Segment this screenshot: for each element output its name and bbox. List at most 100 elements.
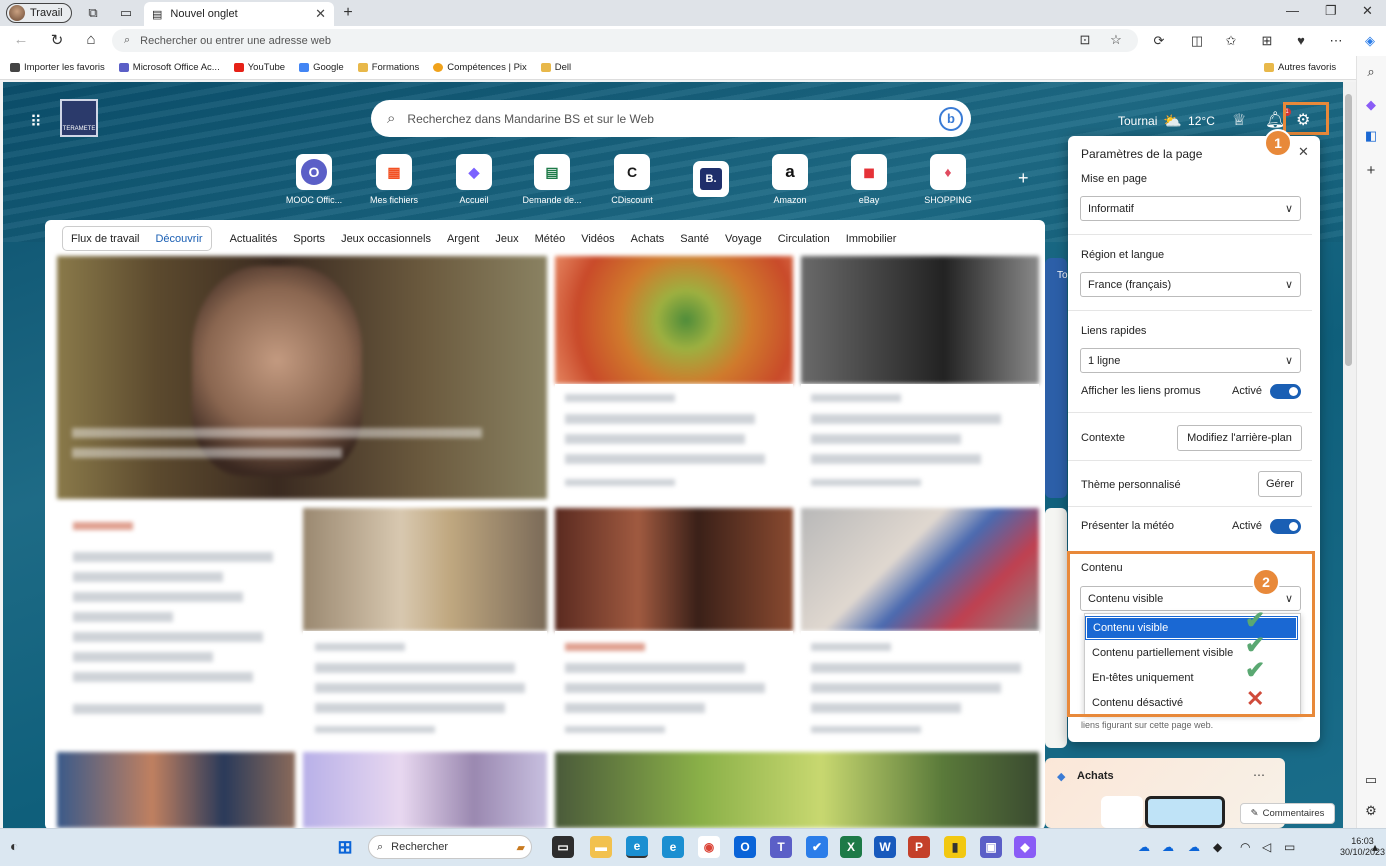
favorite-star-icon[interactable]: ☆ [1107, 32, 1125, 48]
todo-icon[interactable]: ✔ [806, 836, 828, 858]
favorite-item[interactable]: Formations [357, 62, 419, 73]
minimize-icon[interactable]: — [1286, 3, 1299, 18]
news-card[interactable] [801, 256, 1039, 384]
task-view-icon[interactable]: ▭ [552, 836, 574, 858]
favorite-item[interactable]: YouTube [233, 62, 285, 73]
extensions-icon[interactable]: ⟳ [1150, 33, 1168, 49]
widgets-icon[interactable]: ◐ [10, 838, 18, 854]
taskbar-search[interactable]: ⌕ Rechercher ▰ [368, 835, 532, 859]
news-card[interactable] [801, 508, 1039, 631]
edge-icon[interactable]: e [626, 836, 648, 858]
company-logo[interactable]: TERAMETE [60, 99, 98, 137]
news-card[interactable] [57, 752, 295, 828]
split-screen-icon[interactable]: ◫ [1188, 33, 1206, 49]
news-card[interactable] [555, 752, 1039, 828]
close-icon[interactable]: ✕ [1298, 144, 1309, 160]
tab-news[interactable]: Actualités [222, 233, 286, 245]
tab-videos[interactable]: Vidéos [573, 233, 622, 245]
search-icon[interactable]: ⌕ [1363, 64, 1379, 80]
new-tab-icon[interactable]: + [338, 4, 358, 22]
region-select[interactable]: France (français) ∨ [1080, 272, 1301, 297]
quicklinks-select[interactable]: 1 ligne ∨ [1080, 348, 1301, 373]
powerbi-icon[interactable]: ▮ [944, 836, 966, 858]
clock[interactable]: 16:03 30/10/2023 [1340, 836, 1385, 858]
quick-link[interactable]: B. [671, 161, 751, 197]
app-icon[interactable]: ◆ [1014, 836, 1036, 858]
more-options-icon[interactable]: ⋯ [1253, 768, 1265, 782]
cloud-icon[interactable]: ☁ [1188, 840, 1200, 854]
app-launcher-icon[interactable]: ⠿ [30, 112, 42, 132]
app-icon[interactable]: ▣ [980, 836, 1002, 858]
maximize-icon[interactable]: ❐ [1325, 3, 1337, 19]
quick-link[interactable]: ♦ SHOPPING [908, 154, 988, 205]
news-card-text[interactable] [303, 631, 547, 744]
refresh-icon[interactable]: ↻ [46, 31, 68, 49]
news-card[interactable] [555, 256, 793, 384]
tab-money[interactable]: Argent [439, 233, 487, 245]
gear-icon[interactable]: ⚙ [1363, 803, 1379, 819]
tab-traffic[interactable]: Circulation [770, 233, 838, 245]
copilot-icon[interactable]: ◈ [1361, 33, 1379, 49]
office-icon[interactable]: ◆ [1363, 97, 1379, 113]
address-bar[interactable]: ⌕ Rechercher ou entrer une adresse web [112, 29, 1138, 52]
profile-button[interactable]: Travail [6, 3, 72, 23]
teams-icon[interactable]: T [770, 836, 792, 858]
news-card-featured[interactable] [57, 256, 547, 499]
more-menu-icon[interactable]: ⋯ [1327, 33, 1345, 49]
news-card-text[interactable] [555, 631, 793, 744]
tab-new-tab[interactable]: ▤ Nouvel onglet ✕ [144, 2, 334, 26]
volume-icon[interactable]: ◁ [1262, 840, 1271, 854]
powerpoint-icon[interactable]: P [908, 836, 930, 858]
other-favorites[interactable]: Autres favoris [1264, 62, 1336, 73]
favorite-item[interactable]: Compétences | Pix [433, 62, 527, 73]
rewards-icon[interactable]: ♕ [1232, 110, 1246, 130]
close-window-icon[interactable]: ✕ [1362, 3, 1373, 19]
app-tray-icon[interactable]: ◆ [1213, 840, 1222, 854]
wifi-icon[interactable]: ◠ [1240, 840, 1250, 854]
tab-games[interactable]: Jeux [487, 233, 526, 245]
browser-essentials-icon[interactable]: ♥ [1292, 33, 1310, 48]
weather-card[interactable]: To [1045, 258, 1068, 498]
back-icon[interactable]: ← [10, 31, 32, 48]
excel-icon[interactable]: X [840, 836, 862, 858]
tab-weather[interactable]: Météo [527, 233, 574, 245]
news-card[interactable] [303, 752, 547, 828]
favorite-item[interactable]: Importer les favoris [10, 62, 105, 73]
onedrive-icon[interactable]: ☁ [1162, 840, 1174, 854]
layout-select[interactable]: Informatif ∨ [1080, 196, 1301, 221]
chrome-icon[interactable]: ◉ [698, 836, 720, 858]
favorites-icon[interactable]: ✩ [1222, 33, 1240, 49]
side-card[interactable] [1045, 508, 1067, 748]
home-icon[interactable]: ⌂ [80, 31, 102, 48]
outlook-icon[interactable]: O [734, 836, 756, 858]
quick-link[interactable]: a Amazon [750, 154, 830, 205]
close-tab-icon[interactable]: ✕ [315, 6, 326, 22]
immersive-reader-icon[interactable]: ⊡ [1076, 32, 1094, 48]
web-search-box[interactable]: ⌕ Recherchez dans Mandarine BS et sur le… [371, 100, 971, 137]
quick-link[interactable]: ▦ Mes fichiers [354, 154, 434, 205]
tab-casual-games[interactable]: Jeux occasionnels [333, 233, 439, 245]
feedback-button[interactable]: ✎ Commentaires [1240, 803, 1335, 824]
quick-link[interactable]: ▤ Demande de... [512, 154, 592, 205]
tab-shopping[interactable]: Achats [623, 233, 673, 245]
outlook-icon[interactable]: ◧ [1363, 128, 1379, 144]
onedrive-icon[interactable]: ☁ [1138, 840, 1150, 854]
tab-discover[interactable]: Découvrir [147, 233, 210, 245]
weather-toggle[interactable] [1270, 519, 1301, 534]
tab-real-estate[interactable]: Immobilier [838, 233, 905, 245]
add-icon[interactable]: + [1363, 162, 1379, 179]
news-card[interactable] [555, 508, 793, 631]
bing-icon[interactable]: b [939, 106, 963, 131]
favorite-item[interactable]: Dell [540, 62, 571, 73]
tab-workflow[interactable]: Flux de travail [63, 233, 147, 245]
quick-link[interactable]: C CDiscount [592, 154, 672, 205]
collections-icon[interactable]: ⊞ [1258, 33, 1276, 49]
notifications-icon[interactable]: ▴ [1372, 840, 1378, 854]
tab-sports[interactable]: Sports [285, 233, 333, 245]
tab-travel[interactable]: Voyage [717, 233, 770, 245]
weather-widget[interactable]: Tournai ⛅ 12°C [1118, 112, 1215, 130]
scrollbar-thumb[interactable] [1345, 94, 1352, 366]
quick-link[interactable]: ◆ Accueil [434, 154, 514, 205]
manage-theme-button[interactable]: Gérer [1258, 471, 1302, 497]
news-card-text[interactable] [65, 508, 295, 744]
